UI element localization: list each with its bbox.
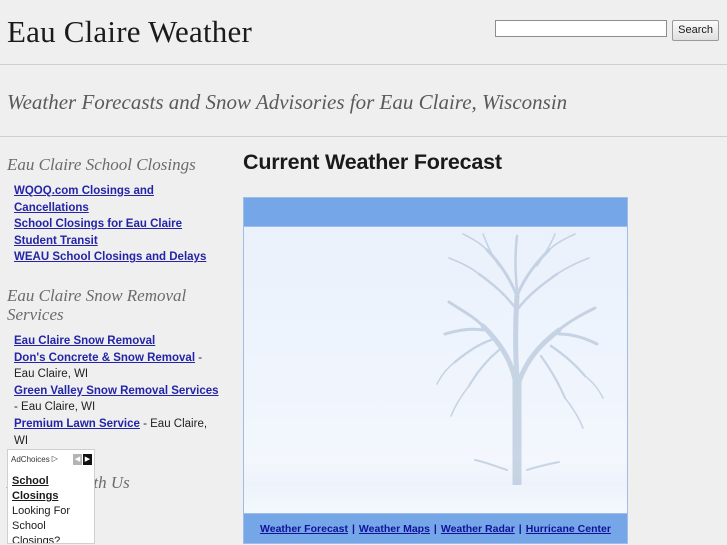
list-item: Don's Concrete & Snow Removal - Eau Clai… <box>14 350 224 383</box>
list-item: Eau Claire Snow Removal <box>14 333 224 350</box>
sidebar-list-snow-removal: Eau Claire Snow Removal Don's Concrete &… <box>0 324 232 449</box>
sidebar: Eau Claire School Closings WQOQ.com Clos… <box>0 137 232 544</box>
footer-separator: | <box>433 522 437 535</box>
footer-separator: | <box>351 522 355 535</box>
ad-text-line: Looking For <box>12 505 71 517</box>
list-item: WEAU School Closings and Delays <box>14 249 224 266</box>
adchoices-label[interactable]: AdChoices <box>11 455 50 464</box>
list-item: School Closings for Eau Claire <box>14 216 224 233</box>
search-button[interactable]: Search <box>672 20 719 41</box>
list-item: WQOQ.com Closings and Cancellations <box>14 183 224 216</box>
ad-nav-arrows: ◀ ▶ <box>73 453 92 465</box>
search-input[interactable] <box>495 20 668 37</box>
site-title: Eau Claire Weather <box>7 14 252 49</box>
adchoices-triangle-icon[interactable]: ▷ <box>52 455 58 463</box>
tagline-band: Weather Forecasts and Snow Advisories fo… <box>0 65 727 137</box>
sidebar-list-school-closings: WQOQ.com Closings and Cancellations Scho… <box>0 174 232 266</box>
page-title: Current Weather Forecast <box>243 150 502 174</box>
sidebar-link-green-valley-snow-removal[interactable]: Green Valley Snow Removal Services <box>14 385 219 397</box>
list-item: Green Valley Snow Removal Services - Eau… <box>14 383 224 416</box>
list-item: Premium Lawn Service - Eau Claire, WI <box>14 416 224 449</box>
sidebar-heading-snow-removal: Eau Claire Snow Removal Services <box>7 285 187 324</box>
site-tagline: Weather Forecasts and Snow Advisories fo… <box>7 90 568 114</box>
main-content: Current Weather Forecast Weather Forecas… <box>243 137 727 544</box>
sidebar-link-weau-school-closings[interactable]: WEAU School Closings and Delays <box>14 251 206 263</box>
weather-widget-footer: Weather Forecast | Weather Maps | Weathe… <box>244 513 627 543</box>
list-item: Student Transit <box>14 233 224 250</box>
footer-link-hurricane-center[interactable]: Hurricane Center <box>526 523 611 535</box>
ad-prev-arrow-icon[interactable]: ◀ <box>73 453 82 465</box>
site-header: Eau Claire Weather Search <box>0 0 727 65</box>
footer-separator: | <box>518 522 522 535</box>
footer-link-weather-maps[interactable]: Weather Maps <box>359 523 430 535</box>
sidebar-link-premium-lawn-service[interactable]: Premium Lawn Service <box>14 418 140 430</box>
sidebar-link-student-transit[interactable]: Student Transit <box>14 235 98 247</box>
ad-body: School Closings Looking For School Closi… <box>8 466 94 544</box>
weather-widget: Weather Forecast | Weather Maps | Weathe… <box>243 197 628 544</box>
content-area: Eau Claire School Closings WQOQ.com Clos… <box>0 137 727 544</box>
search-form: Search <box>495 20 719 41</box>
advertisement-box[interactable]: AdChoices ▷ ◀ ▶ School Closings Looking … <box>7 449 95 544</box>
sidebar-link-school-closings-eau-claire[interactable]: School Closings for Eau Claire <box>14 218 182 230</box>
sidebar-link-wqoq-closings[interactable]: WQOQ.com Closings and Cancellations <box>14 185 154 214</box>
bare-tree-icon <box>429 230 609 485</box>
footer-link-weather-forecast[interactable]: Weather Forecast <box>260 523 348 535</box>
footer-link-weather-radar[interactable]: Weather Radar <box>441 523 515 535</box>
sidebar-link-dons-concrete-snow-removal[interactable]: Don's Concrete & Snow Removal <box>14 352 195 364</box>
ad-next-arrow-icon[interactable]: ▶ <box>83 453 92 465</box>
weather-scene-image <box>244 227 627 515</box>
weather-widget-topbar <box>244 198 627 227</box>
ad-text-line: School Closings? <box>12 520 61 544</box>
list-item-suffix: - Eau Claire, WI <box>14 401 96 414</box>
sidebar-heading-school-closings: Eau Claire School Closings <box>7 155 196 174</box>
sidebar-link-eau-claire-snow-removal[interactable]: Eau Claire Snow Removal <box>14 335 155 347</box>
ad-header: AdChoices ▷ ◀ ▶ <box>8 450 94 466</box>
ad-title-link[interactable]: School Closings <box>12 474 90 504</box>
